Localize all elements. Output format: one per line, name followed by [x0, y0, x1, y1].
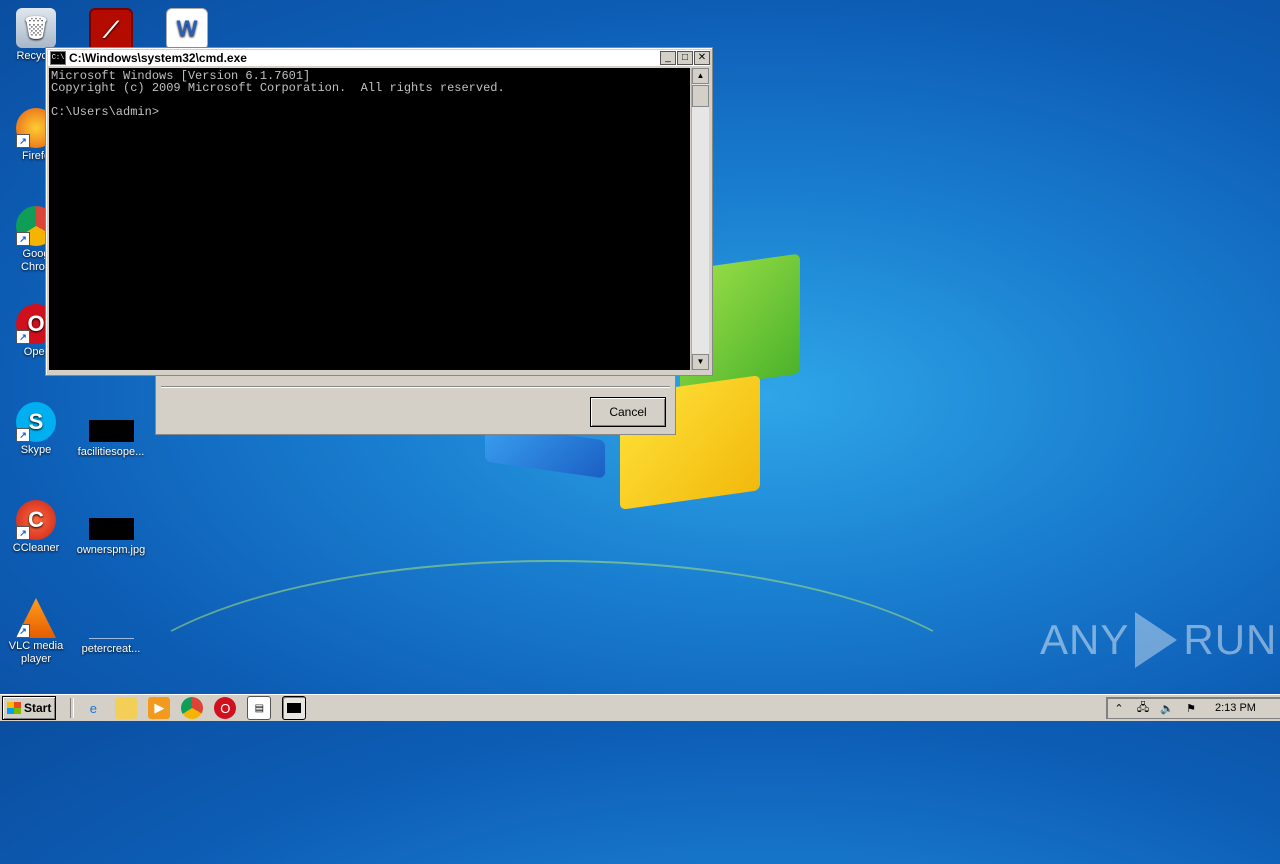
taskbar: Start e ▶ O ▤ ⌃ 🖧 🔈 ⚑ 2:13 PM [0, 694, 1280, 721]
windows-logo-icon [7, 702, 21, 714]
vlc-icon: ↗ [16, 598, 56, 638]
clock[interactable]: 2:13 PM [1215, 702, 1256, 714]
desktop-icon-ccleaner[interactable]: C ↗ CCleaner [1, 500, 71, 555]
desktop-icon-label-line2: player [21, 653, 51, 665]
opera-icon[interactable]: O [214, 697, 237, 719]
file-thumbnail-icon [88, 420, 134, 442]
desktop-icon-skype[interactable]: S ↗ Skype [1, 402, 71, 457]
desktop-icon-word[interactable]: W [152, 8, 222, 52]
scroll-up-icon[interactable]: ▲ [692, 68, 709, 84]
scroll-thumb[interactable] [692, 85, 709, 107]
close-button[interactable]: ✕ [694, 51, 710, 65]
task-icon[interactable]: ▤ [247, 696, 272, 720]
acrobat-icon: ⟋ [89, 8, 133, 52]
recycle-bin-icon: 🗑 [16, 8, 56, 48]
chrome-icon[interactable] [181, 697, 204, 719]
media-player-icon[interactable]: ▶ [148, 697, 171, 719]
desktop-icon-label: petercreat... [81, 643, 141, 655]
window-title: C:\Windows\system32\cmd.exe [69, 51, 247, 65]
shortcut-arrow-icon: ↗ [16, 624, 30, 638]
watermark-left-text: ANY [1040, 616, 1130, 663]
action-center-flag-icon[interactable]: ⚑ [1183, 702, 1199, 715]
cmd-icon [287, 703, 302, 713]
maximize-button[interactable]: □ [677, 51, 693, 65]
network-icon[interactable]: 🖧 [1135, 699, 1151, 718]
word-icon: W [166, 8, 208, 50]
shortcut-arrow-icon: ↗ [16, 428, 30, 442]
desktop-icon-facilities-file[interactable]: facilitiesope... [76, 420, 146, 459]
blank-file-icon [88, 616, 134, 639]
console-output[interactable]: Microsoft Windows [Version 6.1.7601] Cop… [49, 68, 690, 370]
system-tray: ⌃ 🖧 🔈 ⚑ 2:13 PM [1106, 697, 1280, 719]
progress-dialog: Cancel [155, 374, 676, 435]
desktop-icon-ownerspm[interactable]: ownerspm.jpg [76, 518, 146, 557]
anyrun-watermark: ANY RUN [1040, 612, 1277, 668]
watermark-right-text: RUN [1183, 616, 1278, 663]
shortcut-arrow-icon: ↗ [16, 330, 30, 344]
desktop-icon-label: VLC media [8, 640, 64, 652]
show-hidden-icons-icon[interactable]: ⌃ [1111, 702, 1127, 715]
taskbar-separator [70, 698, 75, 718]
vertical-scrollbar[interactable]: ▲ ▼ [691, 68, 709, 370]
cmd-icon: C:\ [50, 51, 66, 65]
image-file-icon [88, 518, 134, 540]
dialog-separator [161, 386, 670, 388]
skype-icon: S ↗ [16, 402, 56, 442]
desktop-icon-label: facilitiesope... [77, 446, 145, 458]
desktop-icon-label: Skype [20, 444, 52, 456]
cancel-button[interactable]: Cancel [590, 397, 666, 427]
ie-icon[interactable]: e [82, 697, 104, 719]
start-button[interactable]: Start [2, 696, 57, 720]
volume-icon[interactable]: 🔈 [1159, 702, 1175, 715]
cmd-titlebar[interactable]: C:\ C:\Windows\system32\cmd.exe _ □ ✕ [48, 50, 710, 66]
scroll-down-icon[interactable]: ▼ [692, 354, 709, 370]
cmd-taskbar-button[interactable] [282, 696, 307, 720]
desktop-icon-label: CCleaner [12, 542, 60, 554]
start-label: Start [24, 701, 52, 715]
desktop-icon-label: ownerspm.jpg [76, 544, 146, 556]
shortcut-arrow-icon: ↗ [16, 134, 30, 148]
shortcut-arrow-icon: ↗ [16, 232, 30, 246]
play-icon [1135, 612, 1178, 668]
ccleaner-icon: C ↗ [16, 500, 56, 540]
shortcut-arrow-icon: ↗ [16, 526, 30, 540]
cmd-window[interactable]: C:\ C:\Windows\system32\cmd.exe _ □ ✕ Mi… [45, 47, 713, 376]
desktop-icon-petercreat[interactable]: petercreat... [76, 616, 146, 656]
explorer-icon[interactable] [115, 697, 138, 719]
desktop-icon-vlc[interactable]: ↗ VLC media player [1, 598, 71, 666]
minimize-button[interactable]: _ [660, 51, 676, 65]
